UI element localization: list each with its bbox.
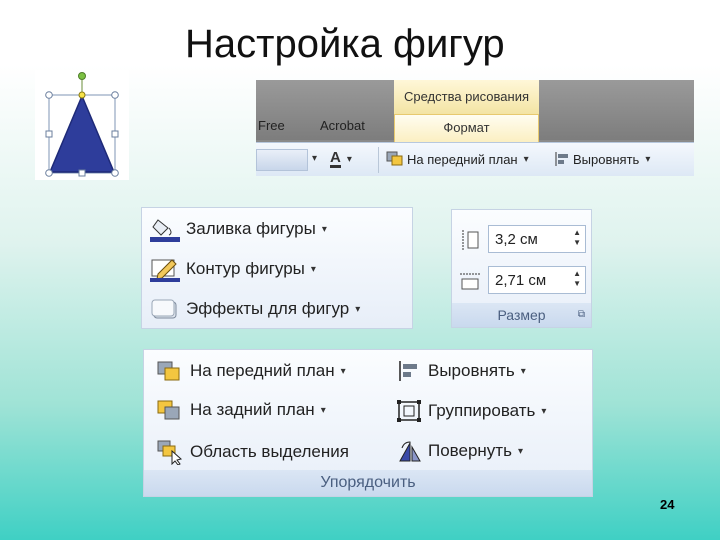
shape-width-input[interactable]: 2,71 см ▲ ▼ <box>488 266 586 294</box>
send-backward-label: На задний план <box>190 400 315 419</box>
chevron-down-icon: ▾ <box>340 365 346 377</box>
shape-width-icon <box>460 273 480 290</box>
align-button[interactable]: Выровнять ▾ <box>396 360 526 382</box>
chevron-down-icon: ▾ <box>523 153 529 165</box>
arrange-group-label: Упорядочить <box>144 470 592 496</box>
tab-acrobat[interactable]: Acrobat <box>320 118 365 133</box>
tab-format[interactable]: Формат <box>394 114 539 142</box>
drawing-tools-context: Средства рисования <box>394 80 539 114</box>
font-color-button[interactable]: A ▾ <box>330 149 352 168</box>
gallery-more-icon[interactable]: ▾ <box>312 153 317 164</box>
size-panel: 3,2 см ▲ ▼ 2,71 см ▲ ▼ Размер ⧉ <box>451 209 592 328</box>
send-backward-button[interactable]: На задний план ▾ <box>156 399 326 421</box>
style-gallery-tail[interactable] <box>256 149 308 171</box>
chevron-down-icon: ▾ <box>520 365 526 377</box>
rotate-label: Повернуть <box>428 441 512 460</box>
align-icon <box>555 152 568 166</box>
group-label: Группировать <box>428 401 536 420</box>
send-backward-icon <box>157 400 180 420</box>
group-icon <box>397 400 421 422</box>
ribbon-strip: Средства рисования Free Acrobat Формат ▾… <box>256 80 694 176</box>
chevron-down-icon: ▾ <box>355 303 361 315</box>
shape-effects-button[interactable]: Эффекты для фигур ▾ <box>150 296 360 322</box>
bring-forward-ribbon-button[interactable]: На передний план ▾ <box>386 151 529 167</box>
chevron-down-icon: ▾ <box>310 263 316 275</box>
shape-height-input[interactable]: 3,2 см ▲ ▼ <box>488 225 586 253</box>
shape-effects-icon <box>151 299 177 319</box>
chevron-down-icon: ▾ <box>321 223 327 235</box>
triangle-svg <box>45 72 119 177</box>
size-group-label: Размер ⧉ <box>452 303 591 327</box>
font-color-icon: A <box>330 149 341 168</box>
shape-height-icon <box>462 230 479 250</box>
adjust-handle <box>78 91 86 99</box>
pencil-icon <box>150 259 180 282</box>
chevron-down-icon: ▾ <box>645 153 651 165</box>
selection-pane-label: Область выделения <box>190 442 349 461</box>
chevron-down-icon: ▾ <box>346 154 352 165</box>
rotate-icon <box>399 441 421 462</box>
shape-outline-label: Контур фигуры <box>186 259 305 278</box>
width-spinner[interactable]: ▲ ▼ <box>573 269 581 289</box>
ribbon-tools-row: ▾ A ▾ На передний план ▾ Выровнять ▾ <box>256 142 694 176</box>
shape-effects-label: Эффекты для фигур <box>186 299 350 318</box>
tab-free[interactable]: Free <box>258 118 285 133</box>
selected-triangle-shape[interactable] <box>35 70 129 180</box>
align-ribbon-button[interactable]: Выровнять ▾ <box>554 151 650 167</box>
bring-forward-icon <box>157 361 180 381</box>
group-button[interactable]: Группировать ▾ <box>396 399 546 423</box>
paint-bucket-icon <box>150 219 180 242</box>
shape-height-value: 3,2 см <box>495 230 538 248</box>
arrange-panel: На передний план ▾ На задний план ▾ Обла… <box>143 349 593 497</box>
size-group-title: Размер <box>497 307 546 323</box>
bring-forward-label: На передний план <box>190 361 335 380</box>
shape-styles-panel: Заливка фигуры ▾ Контур фигуры ▾ Эффекты… <box>141 207 413 329</box>
align-label: Выровнять <box>428 361 515 380</box>
height-spinner[interactable]: ▲ ▼ <box>573 228 581 248</box>
bring-forward-icon <box>386 151 403 166</box>
shape-fill-button[interactable]: Заливка фигуры ▾ <box>150 216 327 242</box>
page-number: 24 <box>660 497 675 512</box>
bring-forward-button[interactable]: На передний план ▾ <box>156 360 346 382</box>
dialog-launcher-icon[interactable]: ⧉ <box>578 303 585 327</box>
bring-forward-label: На передний план <box>407 151 518 167</box>
shape-width-value: 2,71 см <box>495 271 547 289</box>
align-icon <box>399 361 417 381</box>
shape-outline-button[interactable]: Контур фигуры ▾ <box>150 256 316 282</box>
chevron-down-icon: ▾ <box>541 405 547 417</box>
selection-pane-icon <box>157 440 183 465</box>
rotation-handle <box>78 72 86 80</box>
selection-pane-button[interactable]: Область выделения <box>156 439 349 465</box>
chevron-down-icon: ▾ <box>517 445 523 457</box>
shape-fill-label: Заливка фигуры <box>186 219 316 238</box>
chevron-down-icon: ▾ <box>320 404 326 416</box>
align-label: Выровнять <box>573 151 640 167</box>
slide-title: Настройка фигур <box>185 22 505 66</box>
rotate-button[interactable]: Повернуть ▾ <box>396 439 523 463</box>
